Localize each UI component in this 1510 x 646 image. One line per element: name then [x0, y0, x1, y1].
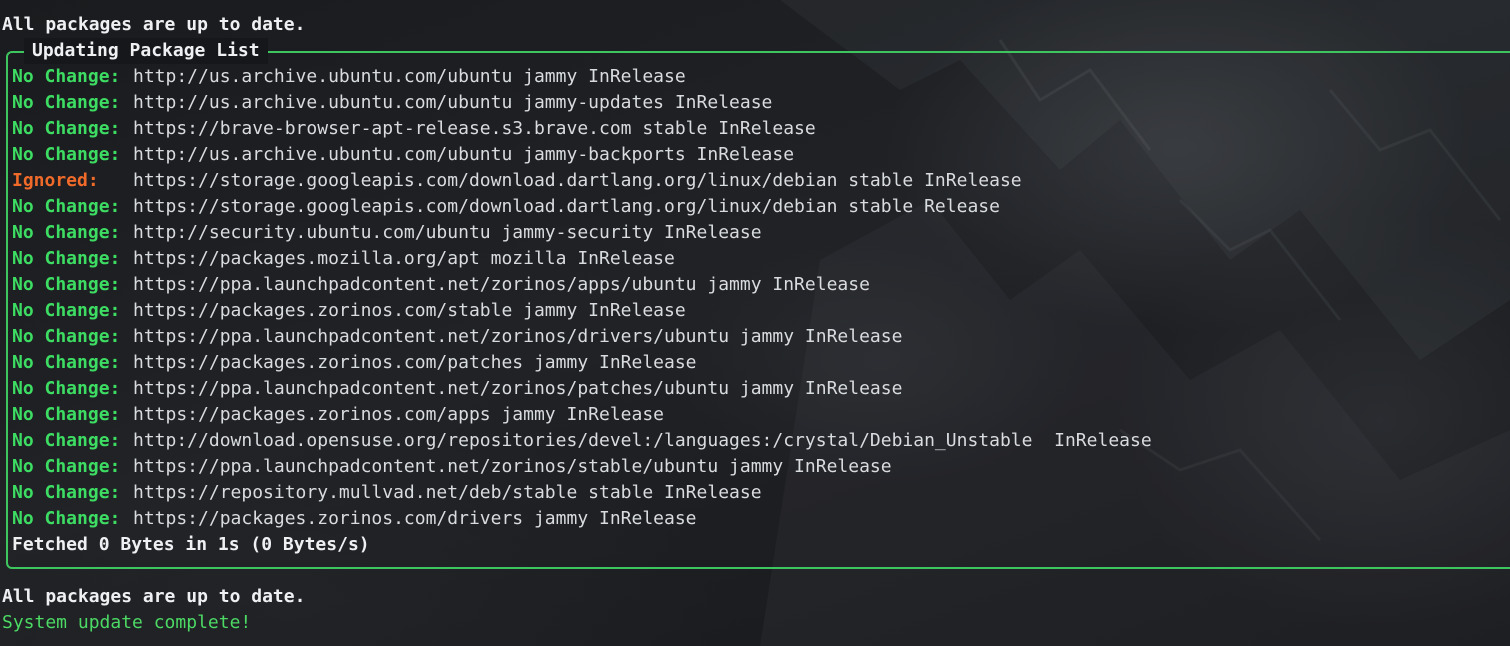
package-row: No Change: http://download.opensuse.org/r…	[12, 428, 1152, 454]
status-no-change: No Change:	[12, 66, 121, 87]
repository-url: https://storage.googleapis.com/download.…	[133, 196, 1000, 217]
status-no-change: No Change:	[12, 196, 121, 217]
status-no-change: No Change:	[12, 456, 121, 477]
status-no-change: No Change:	[12, 352, 121, 373]
repository-url: http://security.ubuntu.com/ubuntu jammy-…	[133, 222, 762, 243]
package-row: No Change: https://packages.zorinos.com/p…	[12, 350, 697, 376]
package-row: No Change: http://us.archive.ubuntu.com/u…	[12, 90, 772, 116]
repository-url: https://brave-browser-apt-release.s3.bra…	[133, 118, 816, 139]
repository-url: https://packages.zorinos.com/apps jammy …	[133, 404, 665, 425]
package-row: Ignored: https://storage.googleapis.com/d…	[12, 168, 1022, 194]
status-no-change: No Change:	[12, 326, 121, 347]
package-row: No Change: http://security.ubuntu.com/ubu…	[12, 220, 762, 246]
update-complete-message: System update complete!	[2, 612, 252, 633]
package-row: No Change: https://packages.zorinos.com/a…	[12, 402, 664, 428]
repository-url: https://packages.zorinos.com/patches jam…	[133, 352, 697, 373]
package-row: No Change: https://packages.zorinos.com/s…	[12, 298, 686, 324]
status-no-change: No Change:	[12, 274, 121, 295]
status-no-change: No Change:	[12, 144, 121, 165]
status-no-change: No Change:	[12, 404, 121, 425]
repository-url: https://ppa.launchpadcontent.net/zorinos…	[133, 274, 870, 295]
repository-url: http://us.archive.ubuntu.com/ubuntu jamm…	[133, 66, 686, 87]
repository-url: http://us.archive.ubuntu.com/ubuntu jamm…	[133, 92, 773, 113]
status-no-change: No Change:	[12, 482, 121, 503]
repository-url: https://packages.zorinos.com/drivers jam…	[133, 508, 697, 529]
status-no-change: No Change:	[12, 92, 121, 113]
status-no-change: No Change:	[12, 300, 121, 321]
repository-url: https://ppa.launchpadcontent.net/zorinos…	[133, 378, 903, 399]
header-message: All packages are up to date.	[2, 14, 306, 35]
repository-url: http://us.archive.ubuntu.com/ubuntu jamm…	[133, 144, 795, 165]
package-row: No Change: https://packages.mozilla.org/a…	[12, 246, 675, 272]
repository-url: https://ppa.launchpadcontent.net/zorinos…	[133, 456, 892, 477]
panel-title: Updating Package List	[24, 38, 268, 64]
fetched-summary: Fetched 0 Bytes in 1s (0 Bytes/s)	[12, 534, 370, 555]
status-no-change: No Change:	[12, 378, 121, 399]
package-row: No Change: https://brave-browser-apt-rele…	[12, 116, 816, 142]
status-no-change: No Change:	[12, 430, 121, 451]
package-row: No Change: https://storage.googleapis.com…	[12, 194, 1000, 220]
repository-url: https://ppa.launchpadcontent.net/zorinos…	[133, 326, 903, 347]
footer-message: All packages are up to date.	[2, 586, 306, 607]
status-no-change: No Change:	[12, 248, 121, 269]
status-no-change: No Change:	[12, 118, 121, 139]
status-no-change: No Change:	[12, 508, 121, 529]
package-row: No Change: https://packages.zorinos.com/d…	[12, 506, 697, 532]
repository-url: https://packages.zorinos.com/stable jamm…	[133, 300, 686, 321]
status-ignored: Ignored:	[12, 170, 99, 191]
package-row: No Change: https://ppa.launchpadcontent.n…	[12, 454, 892, 480]
repository-url: http://download.opensuse.org/repositorie…	[133, 430, 1152, 451]
repository-url: https://storage.googleapis.com/download.…	[133, 170, 1022, 191]
repository-url: https://packages.mozilla.org/apt mozilla…	[133, 248, 675, 269]
package-row: No Change: http://us.archive.ubuntu.com/u…	[12, 64, 686, 90]
repository-url: https://repository.mullvad.net/deb/stabl…	[133, 482, 762, 503]
package-row: No Change: https://repository.mullvad.net…	[12, 480, 762, 506]
package-row: No Change: http://us.archive.ubuntu.com/u…	[12, 142, 794, 168]
package-row: No Change: https://ppa.launchpadcontent.n…	[12, 272, 870, 298]
package-row: No Change: https://ppa.launchpadcontent.n…	[12, 376, 902, 402]
package-row: No Change: https://ppa.launchpadcontent.n…	[12, 324, 902, 350]
status-no-change: No Change:	[12, 222, 121, 243]
